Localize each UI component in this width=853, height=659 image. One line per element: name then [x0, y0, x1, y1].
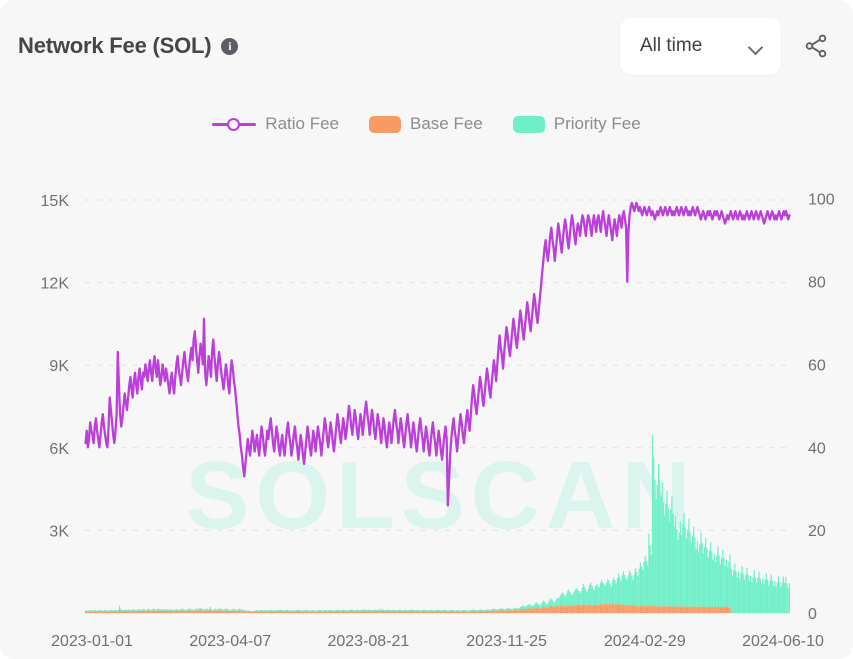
ratio-fee-line-marker-icon	[212, 115, 257, 133]
x-axis-labels: 2023-01-01 2023-04-07 2023-08-21 2023-11-25…	[51, 633, 824, 650]
svg-text:3K: 3K	[49, 523, 69, 540]
network-fee-chart-card: Network Fee (SOL) i All time Ratio Fee B…	[0, 0, 853, 659]
priority-fee-bars	[85, 435, 790, 613]
time-range-dropdown[interactable]: All time	[620, 17, 781, 75]
ratio-fee-line	[84, 201, 791, 507]
info-icon[interactable]: i	[221, 37, 239, 55]
chevron-down-icon	[749, 42, 763, 51]
svg-text:80: 80	[808, 275, 826, 292]
svg-text:60: 60	[808, 357, 826, 374]
legend-item-base-fee[interactable]: Base Fee	[369, 114, 483, 134]
svg-text:100: 100	[808, 192, 835, 209]
svg-text:2023-08-21: 2023-08-21	[327, 633, 409, 650]
priority-fee-swatch-icon	[512, 115, 545, 133]
svg-text:2023-01-01: 2023-01-01	[51, 633, 133, 650]
legend-label-base-fee: Base Fee	[410, 114, 483, 133]
chart-plot-area: SOLSCAN 3K 6K 9K 12K 15K 0 20 40 60 80 100 2023-01-…	[0, 150, 853, 659]
share-icon	[805, 34, 827, 58]
legend-label-priority-fee: Priority Fee	[553, 114, 641, 133]
page-title: Network Fee (SOL)	[18, 33, 212, 58]
svg-text:40: 40	[808, 440, 826, 457]
svg-text:2023-04-07: 2023-04-07	[189, 633, 271, 650]
svg-text:0: 0	[808, 606, 817, 623]
legend-item-ratio-fee[interactable]: Ratio Fee	[212, 114, 339, 134]
svg-text:15K: 15K	[41, 193, 70, 210]
chart-legend: Ratio Fee Base Fee Priority Fee	[0, 105, 853, 143]
svg-text:12K: 12K	[41, 276, 70, 293]
svg-text:9K: 9K	[49, 358, 69, 375]
chart-canvas: 3K6K9K12K15K0204060801002023-01-01 2023-0…	[41, 192, 835, 650]
svg-text:6K: 6K	[49, 441, 69, 458]
svg-text:2024-02-29: 2024-02-29	[604, 633, 686, 650]
base-fee-swatch-icon	[369, 115, 401, 133]
svg-text:20: 20	[808, 523, 826, 540]
title-group: Network Fee (SOL) i	[18, 33, 239, 59]
share-button[interactable]	[799, 29, 833, 63]
time-range-value: All time	[640, 35, 703, 56]
chart-header: Network Fee (SOL) i All time	[0, 0, 853, 92]
legend-item-priority-fee[interactable]: Priority Fee	[512, 114, 641, 134]
legend-label-ratio-fee: Ratio Fee	[265, 114, 339, 133]
header-controls: All time	[620, 17, 833, 75]
svg-text:2023-11-25: 2023-11-25	[466, 633, 547, 650]
svg-text:2024-06-10: 2024-06-10	[742, 633, 824, 650]
